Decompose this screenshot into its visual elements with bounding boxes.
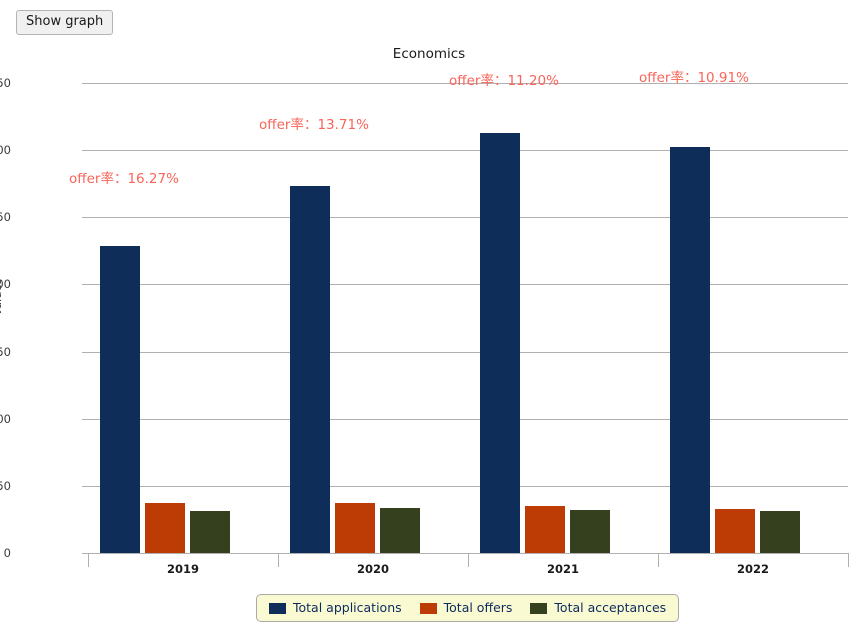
bar xyxy=(570,510,610,553)
legend-entry[interactable]: Total acceptances xyxy=(530,599,667,615)
bar xyxy=(290,186,330,553)
legend-swatch-icon xyxy=(530,602,548,614)
x-axis-end-tick xyxy=(848,553,849,567)
bar xyxy=(480,133,520,553)
bar xyxy=(335,502,375,553)
y-tick-label: 1500 xyxy=(0,143,11,158)
y-tick-label: 1250 xyxy=(0,210,11,225)
offer-rate-annotation: offer率：13.71% xyxy=(259,117,369,134)
bar xyxy=(100,245,140,553)
y-tick-label: 1000 xyxy=(0,277,11,292)
chart-legend[interactable]: Total applications Total offers Total acce… xyxy=(256,594,680,622)
legend-swatch-icon xyxy=(269,602,286,614)
y-tick-label: 500 xyxy=(0,411,11,426)
legend-label: Total applications xyxy=(293,599,402,615)
gridline xyxy=(88,217,848,219)
offer-rate-annotation: offer率：10.91% xyxy=(639,70,749,87)
chart-title: Economics xyxy=(392,46,466,62)
bar xyxy=(525,506,565,553)
bar xyxy=(380,508,420,553)
x-tick-mark xyxy=(468,553,469,567)
legend-label: Total acceptances xyxy=(554,599,667,615)
gridline xyxy=(88,351,848,353)
bar xyxy=(715,508,755,553)
bar xyxy=(145,503,185,553)
bar xyxy=(190,510,230,553)
x-tick-label: 2019 xyxy=(166,562,199,576)
x-tick-label: 2020 xyxy=(356,562,389,576)
legend-swatch-icon xyxy=(419,602,437,614)
bar-chart-figure: Economics Values 02505007501000125015001… xyxy=(0,0,858,632)
y-tick-label: 1750 xyxy=(0,76,11,90)
x-axis-end-tick xyxy=(88,553,89,567)
legend-entry[interactable]: Total applications xyxy=(269,599,402,615)
bar xyxy=(760,511,800,553)
x-tick-label: 2022 xyxy=(736,562,769,576)
x-tick-mark xyxy=(658,553,659,567)
gridline xyxy=(88,418,848,420)
bar xyxy=(670,147,710,553)
legend-entry[interactable]: Total offers xyxy=(419,599,513,615)
y-tick-label: 250 xyxy=(0,478,11,493)
plot-area xyxy=(88,83,848,553)
offer-rate-annotation: offer率：11.20% xyxy=(449,72,559,89)
y-tick-label: 750 xyxy=(0,344,11,359)
x-tick-mark xyxy=(278,553,279,567)
x-tick-label: 2021 xyxy=(546,562,579,576)
gridline xyxy=(88,150,848,152)
y-tick-label: 0 xyxy=(3,546,11,560)
gridline xyxy=(88,485,848,487)
gridline xyxy=(88,284,848,286)
legend-label: Total offers xyxy=(443,599,513,615)
offer-rate-annotation: offer率：16.27% xyxy=(69,171,179,187)
